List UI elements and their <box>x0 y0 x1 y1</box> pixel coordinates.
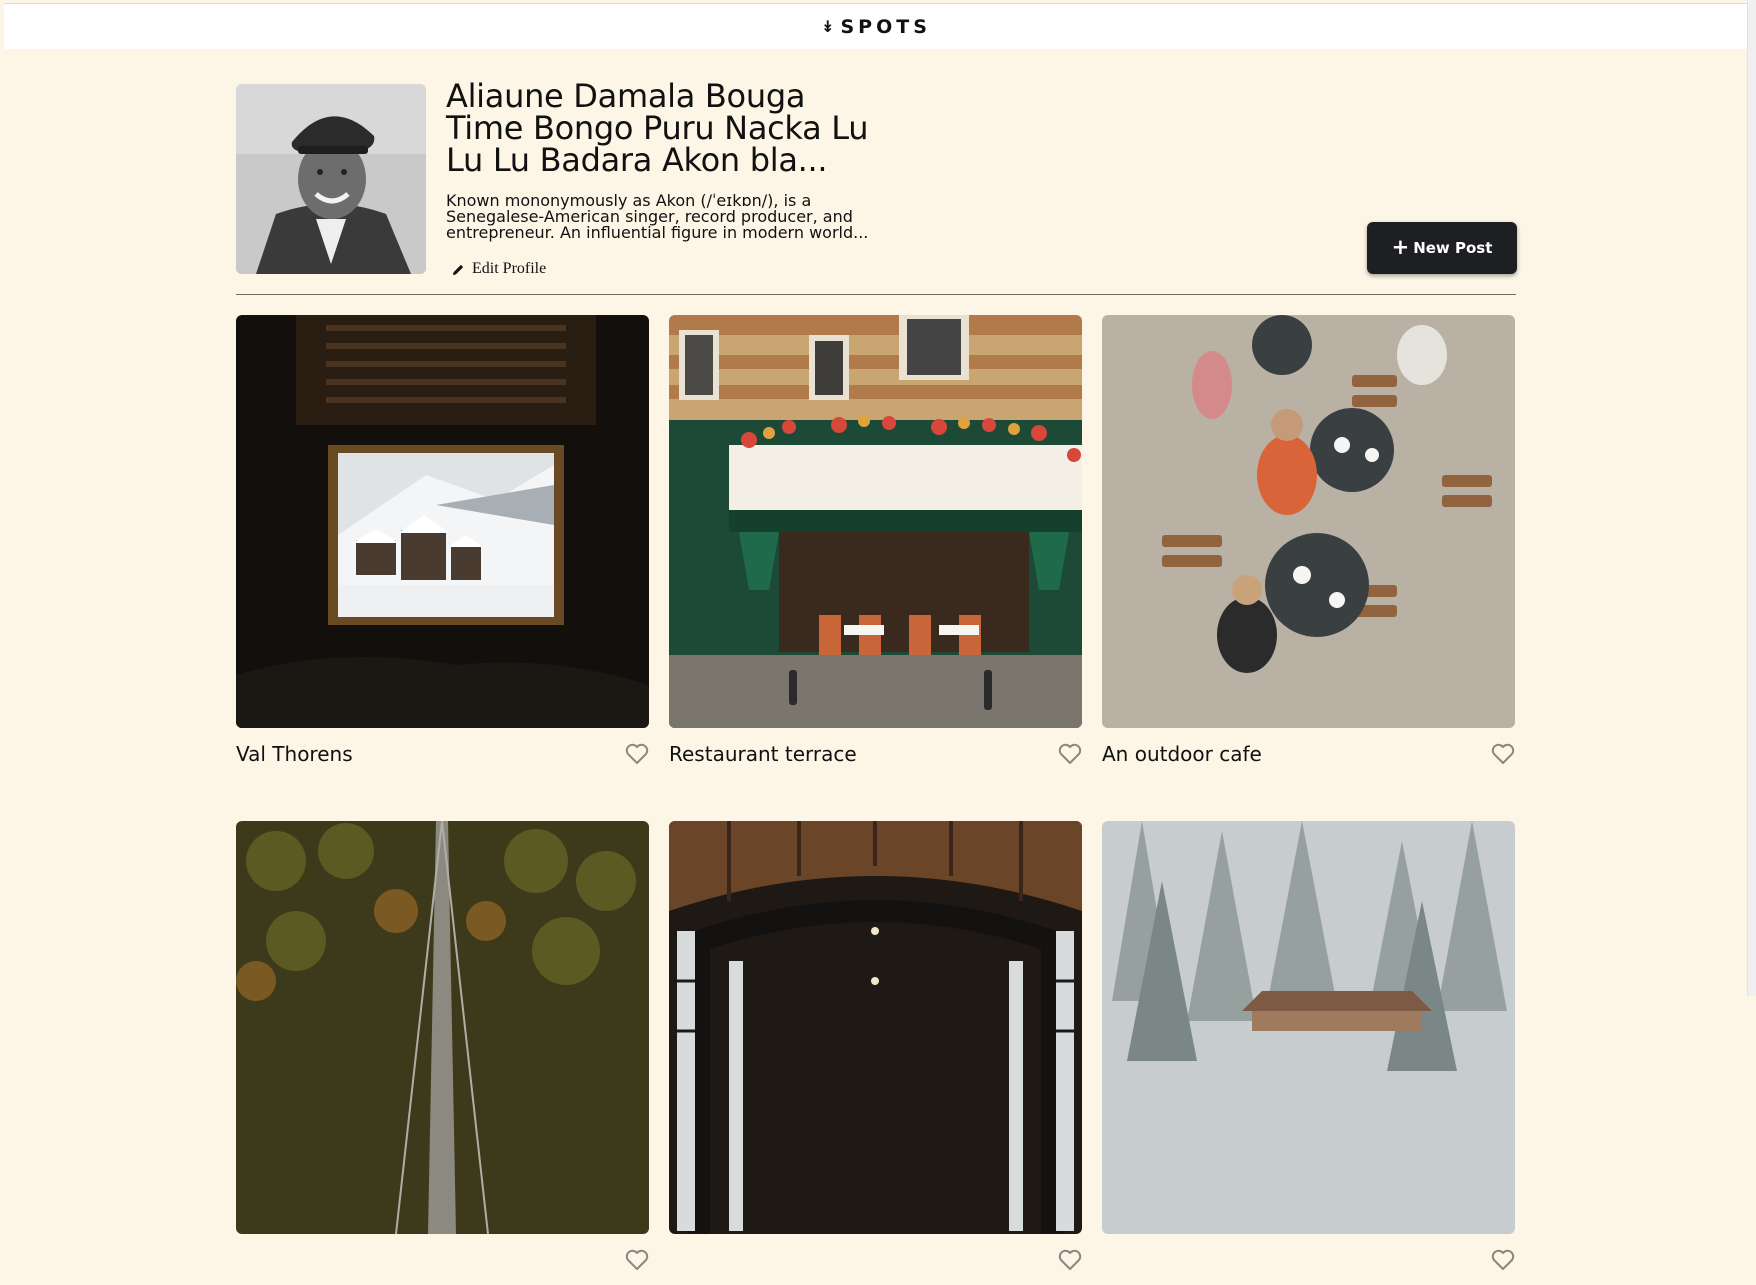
pencil-icon <box>452 264 464 275</box>
arrow-down-icon: ↡ <box>821 17 835 36</box>
cards-grid: Val Thorens Restaurant terrace An outdoo… <box>236 315 1515 1285</box>
top-header: ↡ SPOTS <box>4 3 1748 49</box>
card <box>1102 821 1515 1285</box>
card-footer <box>236 1234 649 1285</box>
card <box>669 821 1082 1285</box>
logo-text: SPOTS <box>840 15 931 38</box>
card-image[interactable] <box>1102 315 1515 728</box>
edit-profile-label: Edit Profile <box>472 260 547 277</box>
heart-outline-icon[interactable] <box>1491 1249 1515 1271</box>
profile-description: Known mononymously as Akon (/ˈeɪkɒn/), i… <box>446 191 869 242</box>
card-footer: An outdoor cafe <box>1102 728 1515 779</box>
card-image[interactable] <box>236 821 649 1234</box>
new-post-label: New Post <box>1413 239 1493 257</box>
card-image[interactable] <box>1102 821 1515 1234</box>
card-footer <box>669 1234 1082 1285</box>
spots-logo[interactable]: ↡ SPOTS <box>821 16 931 38</box>
heart-outline-icon[interactable] <box>1058 743 1082 765</box>
heart-outline-icon[interactable] <box>625 743 649 765</box>
profile-divider <box>236 294 1516 295</box>
profile-name: Aliaune Damala Bouga Time Bongo Puru Nac… <box>446 77 869 179</box>
new-post-button[interactable]: + New Post <box>1367 222 1517 274</box>
card <box>236 821 649 1285</box>
heart-outline-icon[interactable] <box>625 1249 649 1271</box>
profile-avatar <box>236 84 426 274</box>
card: Val Thorens <box>236 315 649 779</box>
heart-outline-icon[interactable] <box>1491 743 1515 765</box>
card-image[interactable] <box>669 315 1082 728</box>
card: An outdoor cafe <box>1102 315 1515 779</box>
card-image[interactable] <box>669 821 1082 1234</box>
card: Restaurant terrace <box>669 315 1082 779</box>
card-footer: Val Thorens <box>236 728 649 779</box>
card-title: Val Thorens <box>236 741 353 766</box>
card-image[interactable] <box>236 315 649 728</box>
card-title: An outdoor cafe <box>1102 741 1262 766</box>
page-scrollbar[interactable] <box>1747 0 1756 996</box>
card-footer: Restaurant terrace <box>669 728 1082 779</box>
card-footer <box>1102 1234 1515 1285</box>
heart-outline-icon[interactable] <box>1058 1249 1082 1271</box>
plus-icon: + <box>1391 234 1410 259</box>
edit-profile-button[interactable]: Edit Profile <box>452 256 546 282</box>
card-title: Restaurant terrace <box>669 741 857 766</box>
